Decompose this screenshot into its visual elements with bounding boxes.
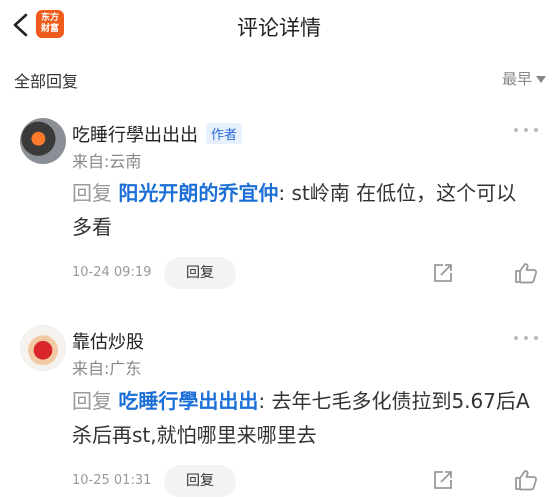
commenter-name-text: 吃睡行學出出出 [72, 125, 198, 146]
comment-time: 10-24 09:19 [72, 265, 152, 280]
comment-time: 10-25 01:31 [72, 473, 152, 488]
header-bar: 东方 财富 评论详情 [0, 0, 558, 52]
more-dots-icon[interactable] [514, 336, 538, 342]
page-title: 评论详情 [237, 16, 321, 40]
more-dots-icon[interactable] [514, 128, 538, 134]
comment-source: 来自:广东 [72, 359, 142, 378]
thumbs-up-icon[interactable] [514, 469, 538, 491]
comment-body: 回复 阳光开朗的乔宜仲: st岭南 在低位，这个可以多看 [72, 176, 532, 244]
commenter-name[interactable]: 吃睡行學出出出 作者 [72, 121, 243, 147]
replies-subbar: 全部回复 最早 [0, 62, 558, 96]
commenter-name[interactable]: 靠估炒股 [72, 328, 144, 354]
reply-word: 回复 [72, 181, 112, 205]
caret-down-icon [536, 76, 546, 83]
comment-body: 回复 吃睡行學出出出: 去年七毛多化债拉到5.67后A杀后再st,就怕哪里来哪里… [72, 384, 532, 452]
author-badge: 作者 [206, 123, 243, 144]
thumbs-up-icon[interactable] [514, 262, 538, 284]
reply-button[interactable]: 回复 [164, 257, 236, 289]
avatar[interactable] [20, 118, 66, 164]
share-icon[interactable] [432, 469, 454, 491]
comment-source: 来自:云南 [72, 152, 142, 171]
sort-label: 最早 [501, 70, 532, 88]
mention-link[interactable]: 吃睡行學出出出 [118, 389, 258, 413]
all-replies-label: 全部回复 [14, 72, 79, 91]
reply-button[interactable]: 回复 [164, 465, 236, 497]
sort-dropdown[interactable]: 最早 [502, 68, 546, 89]
commenter-name-text: 靠估炒股 [72, 332, 144, 353]
avatar[interactable] [20, 325, 66, 371]
reply-word: 回复 [72, 389, 112, 413]
share-icon[interactable] [432, 262, 454, 284]
mention-link[interactable]: 阳光开朗的乔宜仲 [118, 181, 278, 205]
